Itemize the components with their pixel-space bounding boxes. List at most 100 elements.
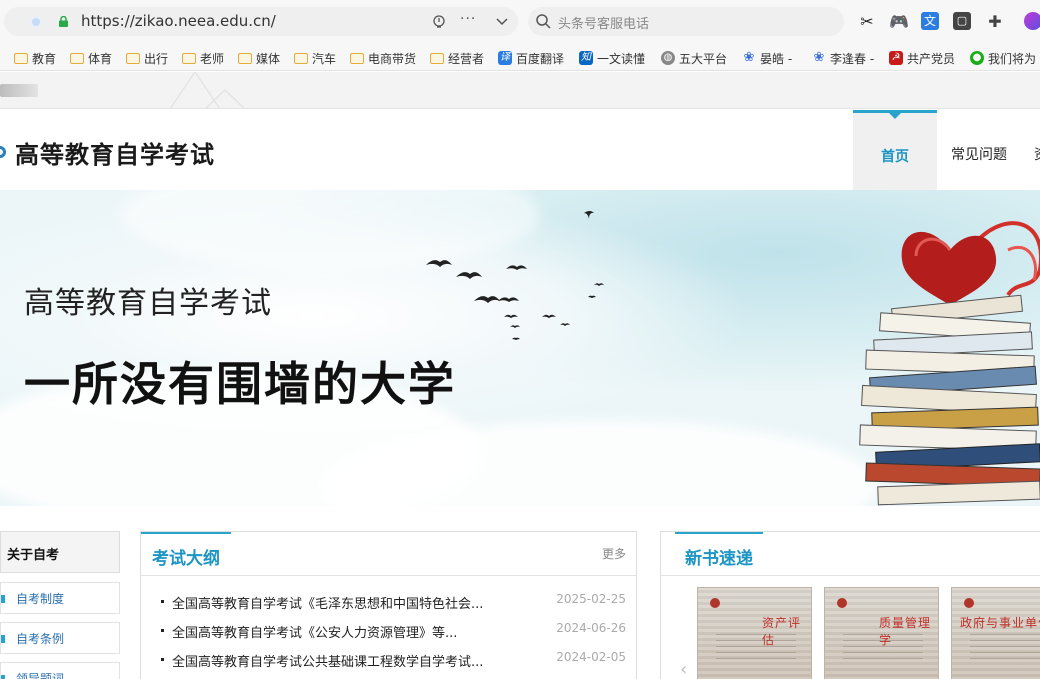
site-title[interactable]: 高等教育自学考试 xyxy=(15,135,215,170)
more-link[interactable]: 更多 xyxy=(602,545,626,562)
sidebar-item-regulations[interactable]: 自考条例 xyxy=(0,622,120,654)
bookmark-label: 老师 xyxy=(200,51,225,66)
book-title: 政府与事业单位 xyxy=(960,616,1040,630)
panel-header: 考试大纲 更多 xyxy=(141,532,636,576)
folder-icon xyxy=(238,52,252,64)
bookmark-label: 我们将为 xyxy=(988,51,1037,66)
bookmark-overflow-icon[interactable]: ‹ xyxy=(0,48,1,68)
list-item[interactable]: 全国高等教育自学考试《毛泽东思想和中国特色社会... 2025-02-25 xyxy=(141,588,636,614)
bookmark-link[interactable]: 知一文读懂 xyxy=(579,48,647,68)
gamepad-icon[interactable]: 🎮 xyxy=(889,12,909,32)
search-box[interactable]: 头条号客服电话 xyxy=(528,7,844,36)
bookmark-label: 共产党员 xyxy=(907,51,956,66)
bookmark-link[interactable]: 译百度翻译 xyxy=(498,48,564,68)
lock-icon xyxy=(59,16,68,27)
url-text[interactable]: https://zikao.neea.edu.cn/ xyxy=(81,12,276,30)
bookmark-label: 汽车 xyxy=(312,51,337,66)
bullet-dot xyxy=(161,600,164,603)
bookmark-link[interactable]: ❀ 李逢春 - xyxy=(812,48,875,68)
bookmark-label: 电商带货 xyxy=(368,51,417,66)
address-bar[interactable]: https://zikao.neea.edu.cn/ ··· xyxy=(4,7,518,36)
bookmark-folder[interactable]: 媒体 xyxy=(238,48,280,68)
folder-icon xyxy=(350,52,364,64)
sidebar-item-inscriptions[interactable]: 领导题词 xyxy=(0,662,120,679)
new-books-panel: 新书速递 资产评估 质量管理学 政府与事业单位 xyxy=(660,531,1040,679)
panel-header: 新书速递 xyxy=(661,532,1040,576)
sidebar-item-system[interactable]: 自考制度 xyxy=(0,582,120,614)
bookmark-label: 五大平台 xyxy=(679,51,728,66)
blurred-text xyxy=(0,84,38,97)
bookmark-link[interactable]: ❀ 晏皓 - xyxy=(742,48,793,68)
folder-icon xyxy=(182,52,196,64)
sidebar-item-label: 自考条例 xyxy=(16,632,65,646)
list-item-title[interactable]: 全国高等教育自学考试《公安人力资源管理》等... xyxy=(172,622,457,641)
bookmark-link[interactable]: ◍ 五大平台 xyxy=(661,48,729,68)
bookmark-link[interactable]: ● 我们将为 xyxy=(970,48,1040,68)
nav-home-label: 首页 xyxy=(881,149,909,165)
profile-avatar[interactable] xyxy=(1024,12,1040,30)
more-icon[interactable]: ··· xyxy=(460,11,476,27)
sidebar-heading-label: 关于自考 xyxy=(7,548,60,563)
hero-banner: 高等教育自学考试 一所没有围墙的大学 xyxy=(0,190,1040,506)
list-item[interactable]: 全国高等教育自学考试公共基础课工程数学自学考试... 2024-02-05 xyxy=(141,646,636,672)
sidebar-heading: 关于自考 xyxy=(0,531,120,573)
list-item-date: 2024-02-05 xyxy=(556,650,626,664)
list-item-date: 2024-06-26 xyxy=(556,621,626,635)
bookmark-label: 百度翻译 xyxy=(516,51,565,66)
list-item[interactable]: 全国高等教育自学考试《公安人力资源管理》等... 2024-06-26 xyxy=(141,617,636,643)
cover-text-lines xyxy=(843,634,923,664)
sidebar-item-label: 领导题词 xyxy=(16,672,65,679)
bookmark-folder[interactable]: 电商带货 xyxy=(350,48,416,68)
bookmark-label: 李逢春 - xyxy=(830,51,875,66)
site-top-strip xyxy=(0,72,1040,109)
party-emblem-icon: ☭ xyxy=(889,51,903,65)
bookmark-label: 晏皓 - xyxy=(760,51,793,66)
folder-icon xyxy=(294,52,308,64)
panel-title: 考试大纲 xyxy=(141,532,231,576)
bookmark-folder[interactable]: 体育 xyxy=(70,48,112,68)
bookmark-folder[interactable]: 出行 xyxy=(126,48,168,68)
bullet-marker xyxy=(1,595,5,603)
sidebar-item-label: 自考制度 xyxy=(16,592,65,606)
list-item-title[interactable]: 全国高等教育自学考试公共基础课工程数学自学考试... xyxy=(172,651,483,670)
chevron-down-icon[interactable] xyxy=(496,17,508,27)
cover-text-lines xyxy=(716,634,796,664)
book-cover[interactable]: 资产评估 xyxy=(697,587,812,679)
bookmark-folder[interactable]: 教育 xyxy=(14,48,56,68)
scissors-icon[interactable]: ✂ xyxy=(857,12,877,32)
bookmark-link[interactable]: ☭ 共产党员 xyxy=(889,48,955,68)
folder-icon xyxy=(14,52,28,64)
folder-icon xyxy=(430,52,444,64)
bookmarks-bar: ‹ 教育 体育 出行 老师 媒体 汽车 电商带货 经营者 译百度翻译 知一文读懂… xyxy=(0,44,1040,71)
bookmark-folder[interactable]: 经营者 xyxy=(430,48,484,68)
panel-title-label: 考试大纲 xyxy=(152,549,220,569)
bookmark-label: 媒体 xyxy=(256,51,281,66)
list-item-date: 2025-02-25 xyxy=(556,592,626,606)
site-logo-icon[interactable] xyxy=(0,146,6,158)
extensions-icon[interactable]: ✚ xyxy=(985,12,1005,32)
bulb-icon[interactable] xyxy=(432,15,446,29)
list-item-title[interactable]: 全国高等教育自学考试《毛泽东思想和中国特色社会... xyxy=(172,593,483,612)
bookmark-folder[interactable]: 汽车 xyxy=(294,48,336,68)
site-status-icon xyxy=(30,16,42,28)
book-cover[interactable]: 政府与事业单位 xyxy=(951,587,1040,679)
browser-toolbar: https://zikao.neea.edu.cn/ ··· 头条号客服电话 ✂… xyxy=(0,0,1040,44)
nav-faq[interactable]: 常见问题 xyxy=(951,144,1007,164)
baidu-paw-icon: ❀ xyxy=(813,50,825,65)
book-cover[interactable]: 质量管理学 xyxy=(824,587,939,679)
nav-home[interactable]: 首页 xyxy=(853,110,937,190)
bookmark-label: 一文读懂 xyxy=(597,51,646,66)
translate-icon[interactable]: 文 xyxy=(921,12,939,30)
bookmark-label: 体育 xyxy=(88,51,113,66)
bookmark-label: 出行 xyxy=(144,51,169,66)
cover-text-lines xyxy=(970,634,1040,664)
bookmark-folder[interactable]: 老师 xyxy=(182,48,224,68)
panel-title-label: 新书速递 xyxy=(685,549,753,569)
carousel-prev-icon[interactable]: ‹ xyxy=(680,659,687,679)
bookmark-label: 经营者 xyxy=(448,51,485,66)
nav-item-partial[interactable]: 资 xyxy=(1034,144,1040,164)
reader-icon[interactable]: ▢ xyxy=(953,12,971,30)
book-stack-illustration xyxy=(859,221,1040,506)
folder-icon xyxy=(126,52,140,64)
banner-headline: 一所没有围墙的大学 xyxy=(24,357,456,411)
